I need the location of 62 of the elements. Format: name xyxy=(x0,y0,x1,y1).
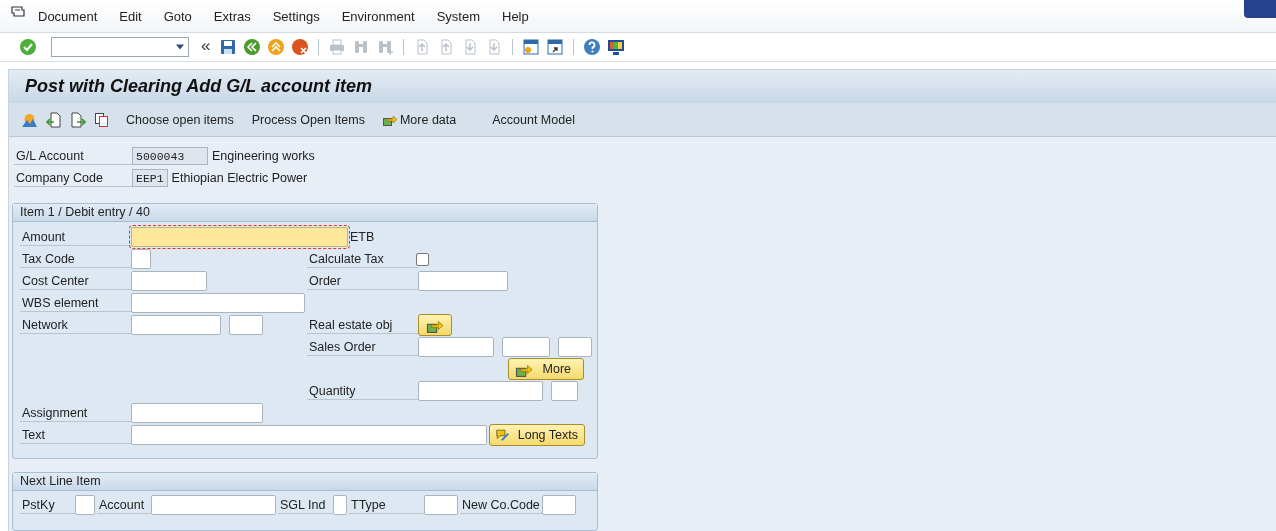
currency-unit: ETB xyxy=(350,230,375,244)
cancel-icon[interactable] xyxy=(291,38,310,56)
up-arrows-icon[interactable] xyxy=(267,38,286,56)
display-field: EEP1 xyxy=(132,169,168,187)
input-field[interactable] xyxy=(558,337,592,357)
menu-item[interactable]: Environment xyxy=(341,8,415,24)
section-title: Item 1 / Debit entry / 40 xyxy=(20,205,150,219)
input-field[interactable] xyxy=(229,315,263,335)
new-window-icon[interactable] xyxy=(522,38,541,56)
page-right-arrow-icon[interactable] xyxy=(70,111,86,128)
toolbar-button[interactable]: Choose open items xyxy=(126,112,234,127)
input-field[interactable] xyxy=(551,381,578,401)
page-left-arrow-icon[interactable] xyxy=(46,111,62,128)
menu-item[interactable]: Document xyxy=(38,8,98,24)
input-field[interactable] xyxy=(151,495,276,515)
back-icon[interactable] xyxy=(243,38,262,56)
toolbar-button[interactable]: Process Open Items xyxy=(251,112,365,127)
speech-pencil-icon xyxy=(496,427,510,443)
section-title: Next Line Item xyxy=(20,474,101,488)
dropdown-arrow-icon[interactable] xyxy=(176,44,184,50)
menu-item[interactable]: Goto xyxy=(163,8,192,24)
shortcut-icon[interactable] xyxy=(546,38,565,56)
required-input-field[interactable] xyxy=(131,227,348,247)
menu-item[interactable]: System xyxy=(436,8,480,24)
field-description: Ethiopian Electric Power xyxy=(171,171,308,185)
command-field[interactable] xyxy=(51,37,189,57)
input-field[interactable] xyxy=(131,293,305,313)
help-icon[interactable] xyxy=(583,38,602,56)
input-field[interactable] xyxy=(502,337,550,357)
input-field[interactable] xyxy=(418,337,494,357)
input-field[interactable] xyxy=(418,271,508,291)
field-description: Engineering works xyxy=(212,149,315,163)
menu-item[interactable]: Edit xyxy=(119,8,142,24)
input-field[interactable] xyxy=(333,495,347,515)
long-texts-button[interactable]: Long Texts xyxy=(489,424,585,446)
input-field[interactable] xyxy=(418,381,543,401)
collapse-button[interactable]: « xyxy=(201,35,211,56)
forward-button[interactable] xyxy=(418,314,452,336)
checkbox[interactable] xyxy=(416,252,429,266)
input-field[interactable] xyxy=(424,495,458,515)
screen-title: Post with Clearing Add G/L account item xyxy=(25,76,373,97)
input-field[interactable] xyxy=(131,271,207,291)
monitor-icon[interactable] xyxy=(607,38,626,56)
save-icon[interactable] xyxy=(219,38,238,56)
input-field[interactable] xyxy=(542,495,576,515)
input-field[interactable] xyxy=(131,403,263,423)
copy-icon[interactable] xyxy=(94,111,110,128)
toolbar-button[interactable]: Account Model xyxy=(492,112,575,127)
input-field[interactable] xyxy=(131,425,487,445)
check-icon[interactable] xyxy=(19,38,37,56)
forward-arrow-icon xyxy=(382,113,397,126)
display-field: 5000043 xyxy=(132,147,208,165)
toolbar-button[interactable]: More data xyxy=(382,112,457,127)
menu-item[interactable]: Settings xyxy=(272,8,320,24)
input-field[interactable] xyxy=(75,495,95,515)
menu-icon[interactable] xyxy=(10,5,26,19)
mountain-icon[interactable] xyxy=(21,111,38,128)
menu-item[interactable]: Extras xyxy=(213,8,251,24)
input-field[interactable] xyxy=(131,249,151,269)
more-button[interactable]: More xyxy=(508,358,584,380)
input-field[interactable] xyxy=(131,315,221,335)
menu-item[interactable]: Help xyxy=(502,8,529,24)
